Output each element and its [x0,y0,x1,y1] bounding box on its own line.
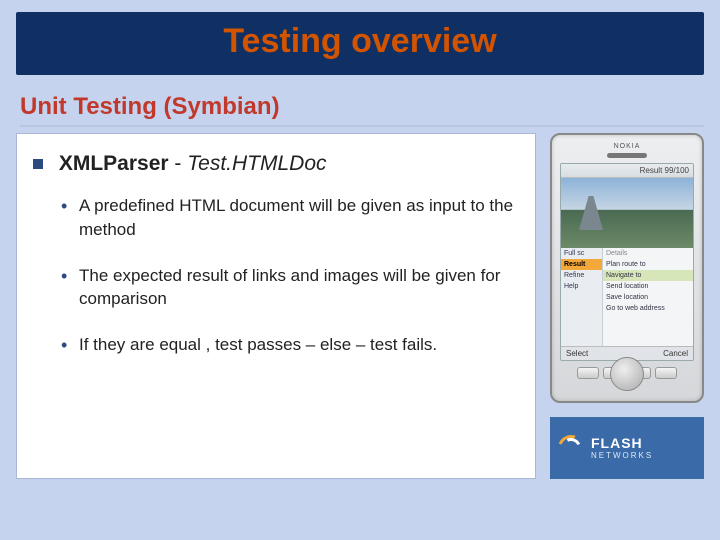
list-hint: Details [603,248,693,259]
screen-left-tabs: Full sc Result Refine Help [561,248,603,346]
tab-item: Result [561,259,602,270]
phone-key-icon [655,367,677,379]
tab-item: Full sc [561,248,602,259]
content-row: XMLParser - Test.HTMLDoc A predefined HT… [16,133,704,479]
phone-speaker-icon [607,153,647,158]
phone-illustration: NOKIA Result 99/100 Full sc Result Refin… [550,133,704,403]
screen-status: Result 99/100 [561,164,693,178]
list-item: Go to web address [603,303,693,314]
list-item: Save location [603,292,693,303]
screen-right-list: Details Plan route to Navigate to Send l… [603,248,693,346]
square-bullet-icon [33,159,43,169]
section-name: XMLParser [59,152,169,175]
logo-line2: NETWORKS [591,452,653,460]
main-content: XMLParser - Test.HTMLDoc A predefined HT… [16,133,536,479]
phone-brand: NOKIA [560,143,694,150]
section-testcase: Test.HTMLDoc [187,152,326,175]
logo-line1: FLASH [591,436,653,450]
softkey-left: Select [566,349,588,358]
screen-photo [561,178,693,248]
softkey-right: Cancel [663,349,688,358]
phone-screen: Result 99/100 Full sc Result Refine Help… [560,163,694,361]
logo-text: FLASH NETWORKS [591,436,653,460]
tab-item: Refine [561,270,602,281]
screen-menu: Full sc Result Refine Help Details Plan … [561,248,693,346]
list-item: Navigate to [603,270,693,281]
list-item: A predefined HTML document will be given… [61,194,519,242]
slide-title: Testing overview [16,12,704,75]
list-item: The expected result of links and images … [61,264,519,312]
list-item: Send location [603,281,693,292]
list-item: If they are equal , test passes – else –… [61,333,519,357]
company-logo: FLASH NETWORKS [550,417,704,479]
side-column: NOKIA Result 99/100 Full sc Result Refin… [550,133,704,479]
section-header: XMLParser - Test.HTMLDoc [33,152,519,176]
tab-item: Help [561,281,602,292]
flash-swoosh-icon [558,435,584,461]
section-separator: - [169,152,188,175]
phone-dpad-icon [610,357,644,391]
phone-key-icon [577,367,599,379]
slide-subtitle: Unit Testing (Symbian) [20,93,704,127]
list-item: Plan route to [603,259,693,270]
bullet-list: A predefined HTML document will be given… [33,194,519,357]
